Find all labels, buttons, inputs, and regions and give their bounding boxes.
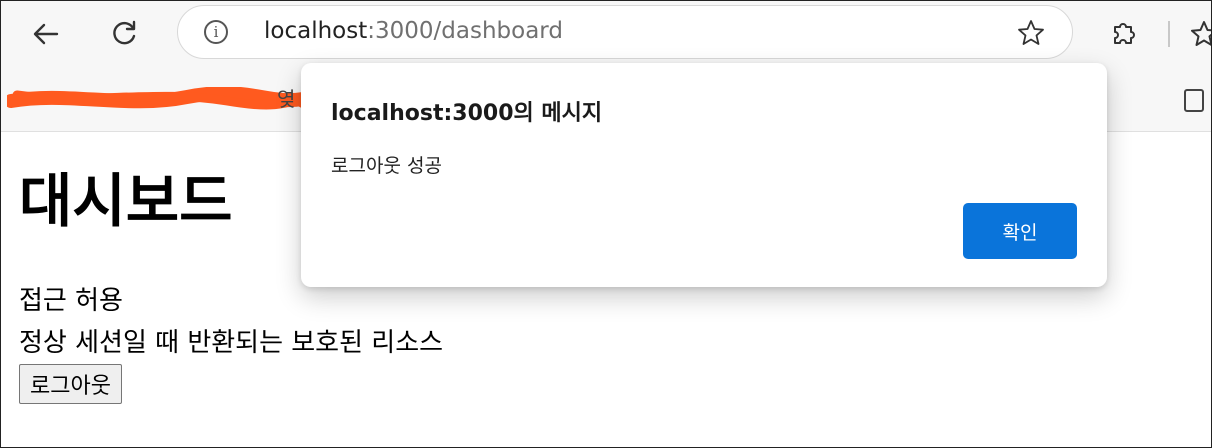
bookmark-item[interactable]: 옂 [277,83,295,112]
redaction-mark [7,87,307,110]
url-text[interactable]: localhost:3000/dashboard [264,18,563,44]
dialog-title: localhost:3000의 메시지 [331,101,603,126]
browser-toolbar: i localhost:3000/dashboard [1,1,1211,67]
back-button[interactable] [23,11,69,57]
dialog-ok-button[interactable]: 확인 [963,203,1077,259]
logout-button[interactable]: 로그아웃 [19,364,122,404]
toolbar-separator [1168,21,1170,47]
protected-resource-text: 정상 세션일 때 반환되는 보호된 리소스 [19,328,444,358]
url-host: localhost [264,18,368,44]
page-title: 대시보드 [19,167,233,235]
address-bar[interactable]: i localhost:3000/dashboard [177,5,1073,59]
access-status-text: 접근 허용 [19,286,123,316]
back-arrow-icon [33,23,59,45]
browser-window: i localhost:3000/dashboard 옂 대시보드 접근 허용 [0,0,1212,448]
star-icon[interactable] [1016,18,1046,48]
bookmark-folder-icon[interactable] [1179,85,1209,115]
info-icon[interactable]: i [204,20,228,44]
url-path: :3000/dashboard [367,18,563,44]
reload-button[interactable] [101,11,147,57]
puzzle-icon[interactable] [1107,17,1141,51]
alert-dialog: localhost:3000의 메시지 로그아웃 성공 확인 [301,63,1107,287]
reload-icon [113,20,136,45]
favorites-icon[interactable] [1187,17,1212,51]
dialog-message: 로그아웃 성공 [331,155,442,177]
